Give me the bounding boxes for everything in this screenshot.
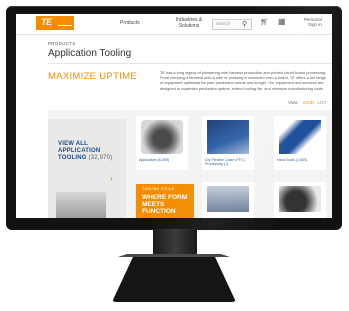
te-logo[interactable]: TE [36, 16, 74, 30]
product-caption[interactable]: Hand Tools (1,600) [277, 158, 325, 162]
view-all-count: (32,970) [88, 155, 113, 161]
cart-icon[interactable]: 🛒︎ [260, 18, 269, 26]
nav-industries-solutions[interactable]: Industries & Solutions [174, 17, 204, 29]
hero-heading: MAXIMIZE UPTIME [48, 71, 137, 82]
product-tile-applicators[interactable]: Applicators (6,095) [136, 116, 188, 170]
product-image [56, 192, 106, 218]
product-tile-4[interactable] [202, 182, 254, 218]
search-icon[interactable]: ⚲ [242, 20, 247, 28]
product-image [279, 120, 321, 154]
screen: TE Products Industries & Solutions Searc… [16, 14, 332, 218]
product-image [207, 186, 249, 212]
title-divider [48, 63, 332, 64]
search-input[interactable]: Search ⚲ [212, 19, 252, 30]
nav-industries-line2: Solutions [178, 23, 200, 29]
monitor-stand-base [112, 254, 236, 302]
product-tile-5[interactable] [274, 182, 326, 218]
view-list-option[interactable]: LIST [317, 100, 327, 105]
product-image [207, 120, 249, 154]
nav-products[interactable]: Products [120, 20, 140, 26]
hero-text: TE has a long legacy of pioneering wire … [160, 70, 327, 91]
promo-headline: WHERE FORM MEETS FUNCTION [142, 194, 188, 215]
promo-eyebrow: TOOLING FOCUS [142, 187, 175, 191]
logo-mark: TE [41, 17, 52, 27]
product-image [279, 186, 321, 212]
product-caption[interactable]: Applicators (6,095) [139, 158, 187, 162]
product-tile-machine[interactable] [48, 188, 126, 218]
monitor-stand-top [118, 254, 230, 257]
view-grid-option[interactable]: GRID [303, 100, 314, 105]
top-navigation: TE Products Industries & Solutions Searc… [16, 14, 332, 35]
grid-icon[interactable]: ▦ [278, 17, 286, 26]
view-toggle: View GRID LIST [288, 100, 327, 105]
promo-tile[interactable]: TOOLING FOCUS WHERE FORM MEETS FUNCTION [136, 184, 194, 218]
view-all-tile[interactable]: VIEW ALL APPLICATION TOOLING (32,970) › [48, 119, 126, 195]
view-all-label: VIEW ALL APPLICATION TOOLING (32,970) [58, 141, 122, 162]
chevron-right-icon[interactable]: › [110, 174, 113, 183]
logo-underline [58, 25, 72, 26]
account-line2: Sign in [308, 22, 322, 27]
account-menu[interactable]: Personal Sign in [304, 17, 322, 27]
product-image [141, 120, 183, 154]
search-placeholder: Search [216, 21, 231, 26]
page-title: Application Tooling [48, 48, 132, 59]
product-caption[interactable]: Dry Flexible Cable (FFC) Processing (1) [205, 158, 253, 166]
breadcrumb[interactable]: PRODUCTS [48, 41, 76, 46]
view-label: View [288, 100, 298, 105]
product-tile-ffc-processing[interactable]: Dry Flexible Cable (FFC) Processing (1) [202, 116, 254, 170]
product-tile-hand-tools[interactable]: Hand Tools (1,600) [274, 116, 326, 170]
